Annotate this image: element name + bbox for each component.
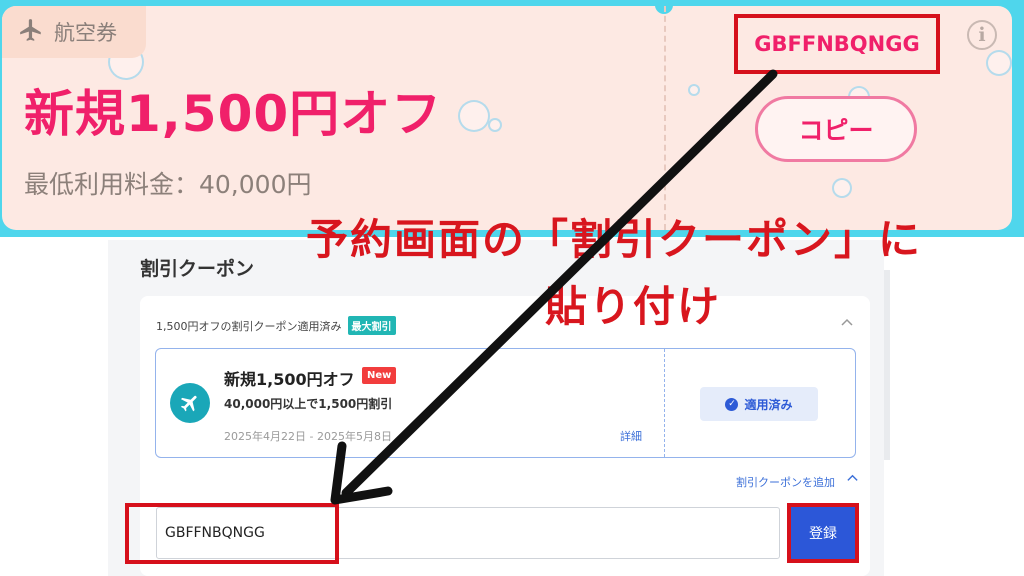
coupon-code-input[interactable]: [156, 507, 780, 559]
applied-summary-text: 1,500円オフの割引クーポン適用済み: [156, 319, 342, 333]
add-coupon-link[interactable]: 割引クーポンを追加: [736, 474, 835, 490]
coupon-item-description: 40,000円以上で1,500円割引: [224, 397, 393, 411]
decor-bubble: [832, 178, 852, 198]
coupon-code: GBFFNBQNGG: [734, 14, 940, 74]
chevron-up-icon[interactable]: [846, 472, 859, 489]
annotation-line-2: 貼り付け: [545, 282, 722, 331]
decor-bubble: [458, 100, 490, 132]
side-strip: [884, 270, 890, 460]
register-button[interactable]: 登録: [787, 503, 859, 563]
airplane-icon: [170, 383, 210, 423]
check-circle-icon: ✓: [725, 397, 739, 411]
section-title: 割引クーポン: [140, 258, 255, 280]
coupon-item-title: 新規1,500円オフ: [224, 370, 355, 389]
annotation-line-1: 予約画面の「割引クーポン」に: [306, 215, 923, 264]
info-icon[interactable]: i: [967, 20, 997, 50]
coupon-item-divider: [664, 349, 665, 457]
detail-link[interactable]: 詳細: [620, 428, 642, 444]
min-price-text: 最低利用料金：40,000円: [24, 170, 312, 199]
new-badge: New: [362, 367, 397, 384]
airplane-icon: [18, 17, 44, 47]
applied-button[interactable]: ✓ 適用済み: [700, 387, 818, 421]
coupon-title: 新規1,500円オフ: [24, 85, 443, 143]
side-area: [884, 240, 1024, 576]
max-discount-badge: 最大割引: [347, 316, 396, 335]
decor-bubble: [688, 84, 700, 96]
decor-bubble: [488, 118, 502, 132]
card-divider: [664, 6, 666, 230]
category-chip: 航空券: [2, 6, 146, 58]
decor-bubble: [986, 50, 1012, 76]
category-label: 航空券: [54, 21, 117, 45]
applied-button-label: 適用済み: [744, 397, 793, 412]
applied-summary[interactable]: 1,500円オフの割引クーポン適用済み 最大割引: [156, 316, 396, 335]
coupon-item-period: 2025年4月22日 - 2025年5月8日: [224, 430, 392, 443]
copy-button[interactable]: コピー: [755, 96, 917, 162]
chevron-up-icon[interactable]: [840, 316, 854, 330]
